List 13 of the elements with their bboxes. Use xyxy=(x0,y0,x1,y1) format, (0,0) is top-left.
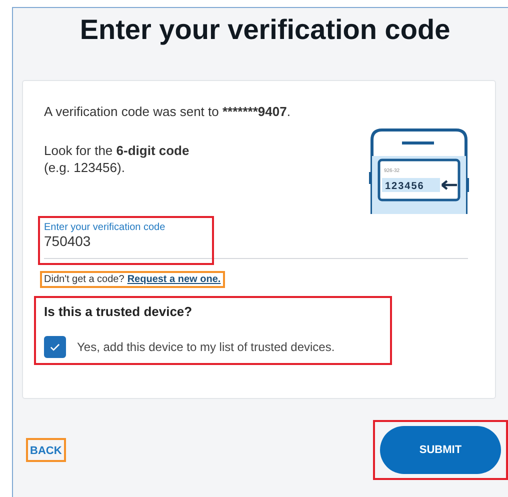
field-label: Enter your verification code xyxy=(44,222,166,233)
message-text: A verification code was sent to *******9407. xyxy=(44,104,290,119)
request-link[interactable]: Request a new one. xyxy=(127,274,221,285)
page-title: Enter your verification code xyxy=(78,13,452,46)
sample-code: 123456 xyxy=(385,181,424,192)
checkbox-label: Yes, add this device to my list of trusted devices. xyxy=(77,340,335,354)
hint-text: Look for the 6-digit code (e.g. 123456). xyxy=(44,142,190,176)
code-input-field[interactable]: 750403 xyxy=(44,233,204,249)
checkbox[interactable] xyxy=(44,336,66,358)
back-link[interactable]: BACK xyxy=(30,445,62,457)
submit-button[interactable]: SUBMIT xyxy=(380,426,501,474)
trusted-heading: Is this a trusted device? xyxy=(44,304,194,319)
resend-prompt: Didn't get a code? xyxy=(44,274,124,285)
